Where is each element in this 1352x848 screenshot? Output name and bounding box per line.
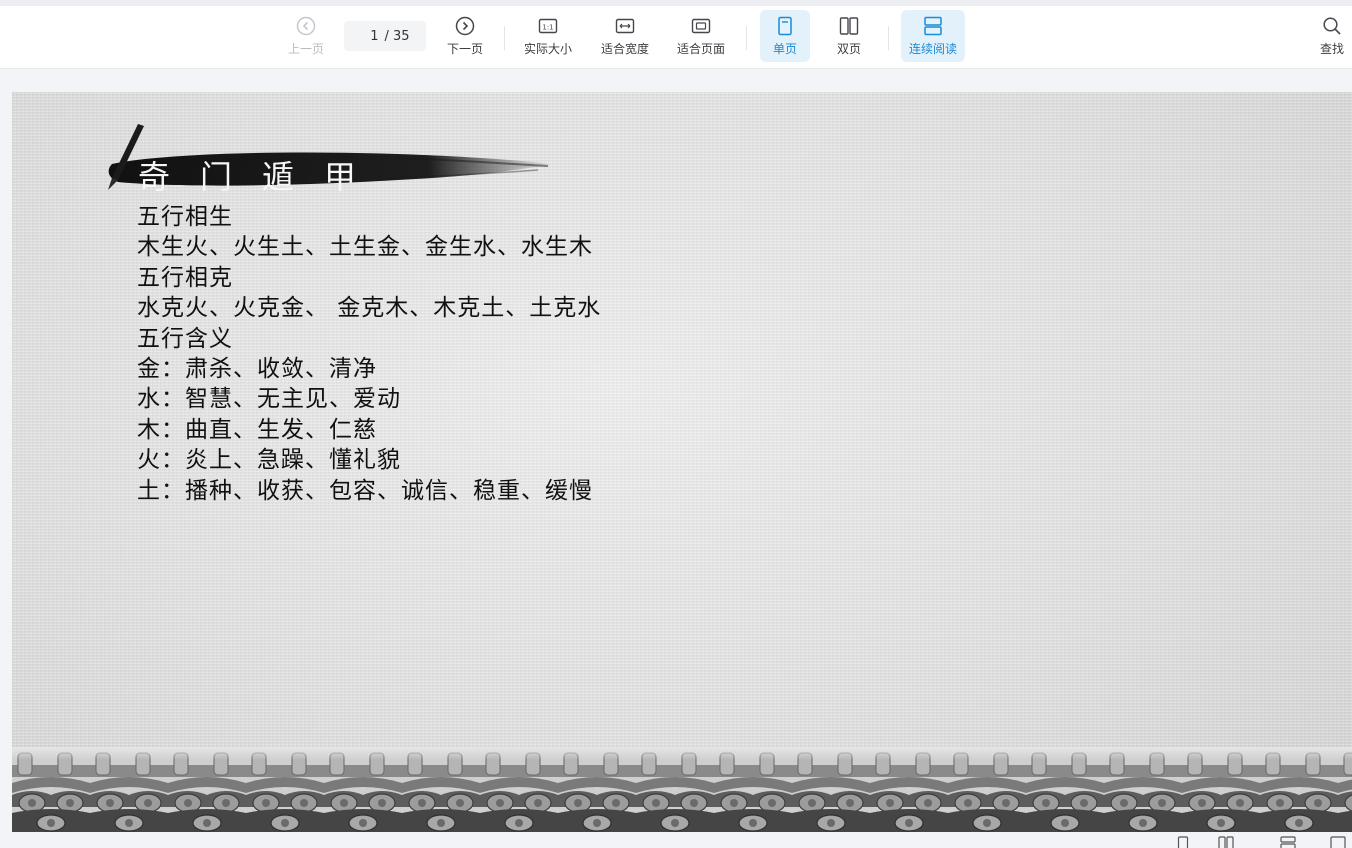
document-text-block: 五行相生 木生火、火生土、土生金、金生水、水生木 五行相克 水克火、火克金、 金… [137, 202, 601, 506]
section-heading: 五行相克 [137, 264, 233, 291]
status-bar-view-controls [1170, 832, 1352, 848]
text-line: 土：播种、收获、包容、诚信、稳重、缓慢 [137, 477, 593, 504]
next-page-label: 下一页 [446, 42, 483, 56]
double-page-icon[interactable] [1218, 836, 1234, 848]
page-indicator: / 35 [344, 21, 426, 51]
double-page-button[interactable]: 双页 [824, 10, 874, 62]
single-page-icon [774, 15, 796, 37]
toolbar-divider [746, 26, 747, 50]
double-page-label: 双页 [836, 42, 861, 56]
continuous-icon[interactable] [1280, 836, 1296, 848]
search-button[interactable]: 查找 [1312, 10, 1352, 62]
text-line: 水：智慧、无主见、爱动 [137, 386, 401, 413]
roof-tiles-image [12, 747, 1352, 832]
fit-page-button[interactable]: 适合页面 [670, 10, 732, 62]
prev-page-label: 上一页 [287, 42, 324, 56]
chevron-right-circle-icon [454, 15, 476, 37]
actual-size-label: 实际大小 [523, 42, 572, 56]
chevron-left-circle-icon [295, 15, 317, 37]
prev-page-button[interactable]: 上一页 [278, 10, 334, 62]
svg-text:1:1: 1:1 [542, 24, 553, 32]
fit-width-label: 适合宽度 [600, 42, 649, 56]
text-line: 木：曲直、生发、仁慈 [137, 416, 377, 443]
document-page: 奇门遁甲 五行相生 木生火、火生土、土生金、金生水、水生木 五行相克 水克火、火… [12, 92, 1352, 832]
next-page-button[interactable]: 下一页 [437, 10, 493, 62]
fit-page-icon [690, 15, 712, 37]
page-total: / 35 [384, 28, 410, 44]
search-icon [1321, 15, 1343, 37]
actual-size-button[interactable]: 1:1 实际大小 [517, 10, 579, 62]
text-line: 木生火、火生土、土生金、金生水、水生木 [137, 234, 593, 261]
text-line: 火：炎上、急躁、懂礼貌 [137, 447, 401, 474]
section-heading: 五行含义 [137, 325, 233, 352]
continuous-reading-button[interactable]: 连续阅读 [901, 10, 965, 62]
section-heading: 五行相生 [137, 204, 233, 230]
fit-width-button[interactable]: 适合宽度 [594, 10, 656, 62]
actual-size-icon: 1:1 [537, 15, 559, 37]
continuous-label: 连续阅读 [908, 42, 957, 56]
fit-page-label: 适合页面 [676, 42, 725, 56]
toolbar-divider [504, 26, 505, 50]
toolbar-divider [888, 26, 889, 50]
fit-width-icon [614, 15, 636, 37]
continuous-icon [922, 15, 944, 37]
fit-page-icon[interactable] [1330, 836, 1346, 848]
single-page-button[interactable]: 单页 [760, 10, 810, 62]
double-page-icon [838, 15, 860, 37]
text-line: 水克火、火克金、 金克木、木克土、土克水 [137, 295, 602, 322]
search-label: 查找 [1319, 42, 1344, 56]
document-title: 奇门遁甲 [138, 158, 387, 196]
single-page-label: 单页 [772, 42, 797, 56]
current-page-input[interactable] [360, 28, 379, 44]
reader-toolbar: 上一页 / 35 下一页 1:1 实际大小 适合宽度 适合页面 单页 [0, 6, 1352, 69]
text-line: 金：肃杀、收敛、清净 [137, 356, 377, 383]
single-page-icon[interactable] [1176, 836, 1190, 848]
